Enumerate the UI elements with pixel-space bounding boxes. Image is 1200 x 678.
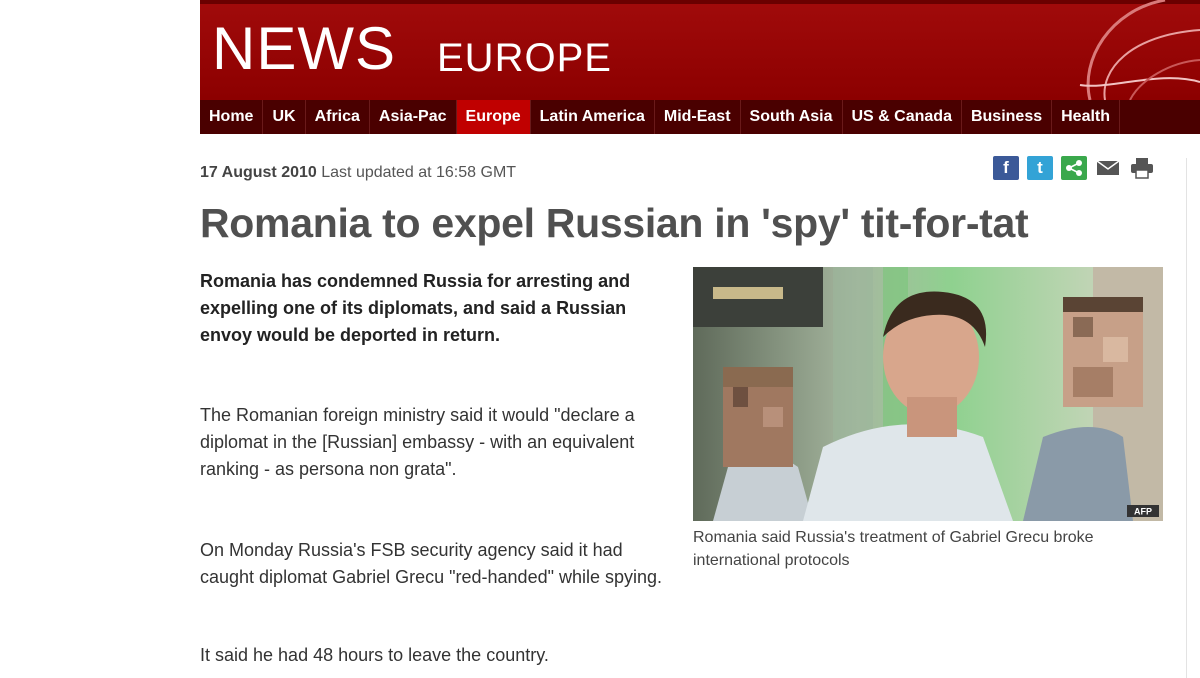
share-icon[interactable] <box>1061 156 1087 180</box>
nav-item-south-asia[interactable]: South Asia <box>741 100 843 134</box>
site-banner: NEWS EUROPE <box>200 0 1200 100</box>
nav-item-health[interactable]: Health <box>1052 100 1121 134</box>
main-nav: Home UK Africa Asia-Pac Europe Latin Ame… <box>200 100 1200 134</box>
print-icon[interactable] <box>1129 156 1155 180</box>
twitter-glyph: t <box>1037 158 1043 177</box>
page-margin <box>0 0 200 675</box>
banner-top-line <box>200 0 1200 4</box>
section-title[interactable]: EUROPE <box>437 36 612 80</box>
email-glyph <box>1096 160 1120 175</box>
article-paragraph: The Romanian foreign ministry said it wo… <box>200 405 635 479</box>
nav-item-latin-america[interactable]: Latin America <box>531 100 655 134</box>
article-intro: Romania has condemned Russia for arresti… <box>200 271 631 345</box>
share-glyph <box>1066 160 1082 176</box>
photo-caption: Romania said Russia's treatment of Gabri… <box>693 529 1094 569</box>
nav-item-uk[interactable]: UK <box>263 100 306 134</box>
right-column-edge <box>1186 158 1200 678</box>
article-paragraph: On Monday Russia's FSB security agency s… <box>200 540 663 587</box>
nav-item-business[interactable]: Business <box>962 100 1053 134</box>
last-updated: Last updated at 16:58 GMT <box>321 164 517 181</box>
nav-item-europe[interactable]: Europe <box>456 100 531 134</box>
print-glyph <box>1131 158 1153 179</box>
nav-item-asia-pac[interactable]: Asia-Pac <box>370 100 457 134</box>
nav-item-us-canada[interactable]: US & Canada <box>843 100 962 134</box>
article-headline: Romania to expel Russian in 'spy' tit-fo… <box>200 200 1029 246</box>
banner-swirl-graphic <box>1079 0 1200 100</box>
twitter-icon[interactable]: t <box>1027 156 1053 180</box>
article-date: 17 August 2010 <box>200 164 317 181</box>
article-paragraph: It said he had 48 hours to leave the cou… <box>200 645 549 665</box>
photo-credit: AFP <box>1134 507 1152 517</box>
dateline: 17 August 2010 Last updated at 16:58 GMT <box>200 164 516 182</box>
nav-item-mid-east[interactable]: Mid-East <box>655 100 741 134</box>
facebook-glyph: f <box>1003 158 1009 177</box>
photo-scene: AFP <box>693 267 1163 521</box>
nav-item-home[interactable]: Home <box>200 100 264 134</box>
email-icon[interactable] <box>1095 156 1121 180</box>
facebook-icon[interactable]: f <box>993 156 1019 180</box>
news-logo[interactable]: NEWS <box>212 14 396 84</box>
article-photo: AFP <box>693 267 1163 521</box>
share-tools: f t <box>993 156 1155 180</box>
article-area: 17 August 2010 Last updated at 16:58 GMT… <box>200 134 1200 678</box>
nav-item-africa[interactable]: Africa <box>306 100 370 134</box>
